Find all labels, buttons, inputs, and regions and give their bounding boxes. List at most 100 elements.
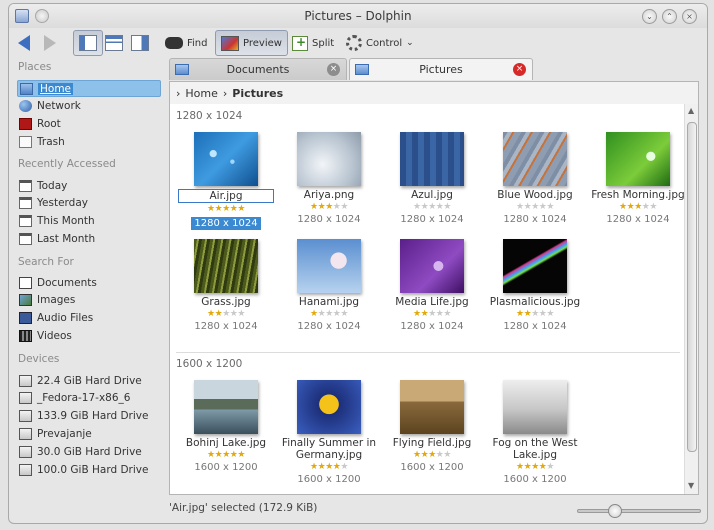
zoom-slider-handle[interactable]: [607, 504, 622, 518]
rating-stars[interactable]: ★★★★★: [382, 450, 482, 461]
star-icon[interactable]: ★: [443, 202, 451, 212]
file-item[interactable]: Fresh Morning.jpg ★★★★★ 1280 x 1024: [588, 132, 686, 225]
places-item-yesterday[interactable]: Yesterday: [17, 195, 161, 212]
file-item[interactable]: Grass.jpg ★★★★★ 1280 x 1024: [176, 239, 276, 332]
places-item-133-9-gib-hard-drive[interactable]: 133.9 GiB Hard Drive: [17, 408, 161, 425]
thumbnail-image[interactable]: [297, 380, 361, 434]
places-item-documents[interactable]: Documents: [17, 274, 161, 291]
file-item[interactable]: Azul.jpg ★★★★★ 1280 x 1024: [382, 132, 482, 225]
star-icon[interactable]: ★: [546, 309, 554, 319]
thumbnail-image[interactable]: [400, 380, 464, 434]
thumbnail-image[interactable]: [503, 132, 567, 186]
tab-pictures[interactable]: Pictures ×: [349, 58, 533, 80]
scrollbar-thumb[interactable]: [687, 122, 697, 452]
vertical-scrollbar[interactable]: ▲ ▼: [684, 104, 698, 494]
rating-stars[interactable]: ★★★★★: [176, 450, 276, 461]
thumbnail-image[interactable]: [503, 239, 567, 293]
star-icon[interactable]: ★: [531, 462, 539, 472]
scroll-down-icon[interactable]: ▼: [688, 482, 696, 490]
file-item[interactable]: Blue Wood.jpg ★★★★★ 1280 x 1024: [485, 132, 585, 225]
rating-stars[interactable]: ★★★★★: [176, 309, 276, 320]
star-icon[interactable]: ★: [237, 450, 245, 460]
rating-stars[interactable]: ★★★★★: [485, 462, 585, 473]
places-item-last-month[interactable]: Last Month: [17, 230, 161, 247]
breadcrumb-current[interactable]: Pictures: [232, 87, 283, 100]
thumbnail-image[interactable]: [606, 132, 670, 186]
star-icon[interactable]: ★: [222, 309, 230, 319]
thumbnail-image[interactable]: [503, 380, 567, 434]
star-icon[interactable]: ★: [443, 450, 451, 460]
places-item-22-4-gib-hard-drive[interactable]: 22.4 GiB Hard Drive: [17, 372, 161, 389]
file-item[interactable]: Plasmalicious.jpg ★★★★★ 1280 x 1024: [485, 239, 585, 332]
minimize-button[interactable]: ⌄: [642, 9, 657, 24]
tab-documents[interactable]: Documents ×: [169, 58, 347, 80]
file-item[interactable]: Media Life.jpg ★★★★★ 1280 x 1024: [382, 239, 482, 332]
columns-view-button[interactable]: [126, 30, 154, 56]
star-icon[interactable]: ★: [325, 462, 333, 472]
places-item-videos[interactable]: Videos: [17, 327, 161, 344]
icons-view-button[interactable]: [73, 30, 103, 56]
thumbnail-image[interactable]: [194, 132, 258, 186]
thumbnail-image[interactable]: [400, 132, 464, 186]
star-icon[interactable]: ★: [325, 202, 333, 212]
thumbnail-image[interactable]: [297, 132, 361, 186]
places-item-today[interactable]: Today: [17, 177, 161, 194]
star-icon[interactable]: ★: [340, 462, 348, 472]
thumbnail-image[interactable]: [297, 239, 361, 293]
star-icon[interactable]: ★: [310, 462, 318, 472]
star-icon[interactable]: ★: [310, 309, 318, 319]
rating-stars[interactable]: ★★★★★: [279, 202, 379, 213]
places-item-home[interactable]: Home: [17, 80, 161, 97]
breadcrumb-home[interactable]: Home: [185, 87, 217, 100]
star-icon[interactable]: ★: [428, 309, 436, 319]
star-icon[interactable]: ★: [310, 202, 318, 212]
star-icon[interactable]: ★: [428, 202, 436, 212]
zoom-slider[interactable]: [577, 504, 701, 518]
star-icon[interactable]: ★: [340, 309, 348, 319]
star-icon[interactable]: ★: [237, 204, 245, 214]
star-icon[interactable]: ★: [413, 309, 421, 319]
places-item-root[interactable]: Root: [17, 116, 161, 133]
star-icon[interactable]: ★: [649, 202, 657, 212]
places-item-network[interactable]: Network: [17, 98, 161, 115]
close-button[interactable]: ×: [682, 9, 697, 24]
star-icon[interactable]: ★: [531, 202, 539, 212]
file-item[interactable]: Finally Summer in Germany.jpg ★★★★★ 1600 x…: [279, 380, 379, 485]
star-icon[interactable]: ★: [443, 309, 451, 319]
star-icon[interactable]: ★: [634, 202, 642, 212]
star-icon[interactable]: ★: [325, 309, 333, 319]
star-icon[interactable]: ★: [237, 309, 245, 319]
close-tab-icon[interactable]: ×: [513, 63, 526, 76]
star-icon[interactable]: ★: [516, 202, 524, 212]
file-item[interactable]: Air.jpg ★★★★★ 1280 x 1024: [176, 132, 276, 230]
rating-stars[interactable]: ★★★★★: [279, 462, 379, 473]
star-icon[interactable]: ★: [516, 462, 524, 472]
rating-stars[interactable]: ★★★★★: [176, 204, 276, 215]
star-icon[interactable]: ★: [340, 202, 348, 212]
places-item-this-month[interactable]: This Month: [17, 213, 161, 230]
places-item-30-0-gib-hard-drive[interactable]: 30.0 GiB Hard Drive: [17, 443, 161, 460]
maximize-button[interactable]: ⌃: [662, 9, 677, 24]
rename-field[interactable]: Air.jpg: [178, 189, 274, 203]
scroll-up-icon[interactable]: ▲: [688, 107, 696, 115]
rating-stars[interactable]: ★★★★★: [588, 202, 686, 213]
star-icon[interactable]: ★: [413, 450, 421, 460]
titlebar[interactable]: Pictures – Dolphin ⌄ ⌃ ×: [9, 4, 707, 28]
thumbnail-image[interactable]: [194, 380, 258, 434]
rating-stars[interactable]: ★★★★★: [279, 309, 379, 320]
rating-stars[interactable]: ★★★★★: [382, 309, 482, 320]
details-view-button[interactable]: [100, 30, 128, 56]
star-icon[interactable]: ★: [207, 204, 215, 214]
star-icon[interactable]: ★: [428, 450, 436, 460]
file-item[interactable]: Flying Field.jpg ★★★★★ 1600 x 1200: [382, 380, 482, 473]
star-icon[interactable]: ★: [207, 309, 215, 319]
back-button[interactable]: [13, 30, 35, 56]
star-icon[interactable]: ★: [222, 450, 230, 460]
star-icon[interactable]: ★: [207, 450, 215, 460]
star-icon[interactable]: ★: [413, 202, 421, 212]
close-tab-icon[interactable]: ×: [327, 63, 340, 76]
places-item-audio-files[interactable]: Audio Files: [17, 310, 161, 327]
split-button[interactable]: Split: [287, 30, 339, 56]
star-icon[interactable]: ★: [222, 204, 230, 214]
thumbnail-image[interactable]: [400, 239, 464, 293]
